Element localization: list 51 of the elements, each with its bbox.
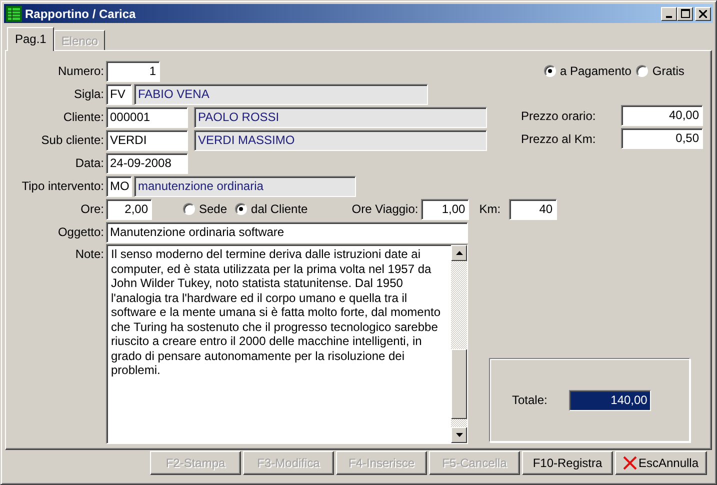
close-button[interactable]: [695, 6, 711, 20]
field-label: Tipo intervento:: [20, 179, 105, 193]
field-label: Ore:: [80, 202, 105, 216]
total-field[interactable]: 140,00: [569, 390, 652, 410]
price-field[interactable]: 40,00: [621, 105, 703, 126]
up-arrow-icon: [456, 251, 462, 255]
radio-button[interactable]: Sede: [183, 202, 228, 216]
maximize-button[interactable]: [677, 6, 693, 20]
field-label: Numero:: [56, 64, 105, 78]
field-label: Cliente:: [62, 110, 105, 124]
radio-button[interactable]: a Pagamento: [544, 64, 632, 78]
field-label: Data:: [74, 156, 105, 170]
description-field: PAOLO ROSSI: [194, 106, 487, 128]
maximize-icon: [680, 9, 690, 18]
description-field: VERDI MASSIMO: [194, 130, 487, 150]
radio-button[interactable]: dal Cliente: [235, 202, 308, 216]
code-field[interactable]: FV: [106, 84, 132, 104]
field-label: Ore Viaggio:: [352, 202, 418, 216]
price-field[interactable]: 0,50: [621, 128, 703, 149]
field-label: Km:: [479, 202, 501, 216]
date-field[interactable]: 24-09-2008: [106, 152, 188, 174]
field-label: Sub cliente:: [40, 133, 105, 147]
hours-field[interactable]: 2,00: [106, 198, 152, 220]
field-label: Prezzo al Km:: [521, 132, 597, 146]
code-field[interactable]: VERDI: [106, 130, 188, 150]
description-field: manutenzione ordinaria: [134, 176, 356, 196]
action-button[interactable]: F10-Registra: [522, 451, 613, 475]
notes-field[interactable]: Il senso moderno del termine deriva dalle istruzioni date ai computer, ed è stata utilizzata per la prima volta nel 1957 da John Wilder Tukey, noto statista statunitense. Dal 1950 l'analogia tra l'hardware ed il corpo umano e quella tra il software e la mente umana si è fatta molto forte, dal momento che Turing ha sostenuto che il progresso tecnologico sarebbe riuscito a creare entro il 2000 delle macchine intelligenti, in grado di pensare autonomamente per la risoluzione dei problemi.: [106, 244, 468, 444]
tab[interactable]: Pag.1: [7, 27, 54, 51]
scrollbar[interactable]: [451, 245, 467, 443]
subject-field[interactable]: Manutenzione ordinaria software: [106, 222, 468, 242]
close-icon: [699, 10, 707, 18]
grid-icon: [6, 6, 22, 22]
field-label: Prezzo orario:: [521, 108, 597, 122]
description-field: FABIO VENA: [134, 84, 428, 104]
cancel-button[interactable]: EscAnnulla: [615, 451, 707, 475]
field-label: Sigla:: [72, 87, 105, 101]
radio-button[interactable]: Gratis: [636, 64, 684, 78]
code-field[interactable]: MO: [106, 176, 132, 196]
km-field[interactable]: 40: [508, 198, 557, 220]
code-field[interactable]: 000001: [106, 106, 188, 128]
minimize-button[interactable]: [661, 6, 677, 20]
travel-hours-field[interactable]: 1,00: [421, 198, 470, 220]
minimize-icon: [666, 16, 672, 18]
down-arrow-icon: [456, 433, 462, 437]
field-label: Totale:: [512, 393, 548, 407]
close-icon: [623, 456, 638, 470]
window-title: Rapportino / Carica: [25, 6, 137, 20]
number-field[interactable]: 1: [106, 60, 160, 82]
field-label: Oggetto:: [56, 225, 105, 239]
field-label: Note:: [74, 246, 105, 261]
